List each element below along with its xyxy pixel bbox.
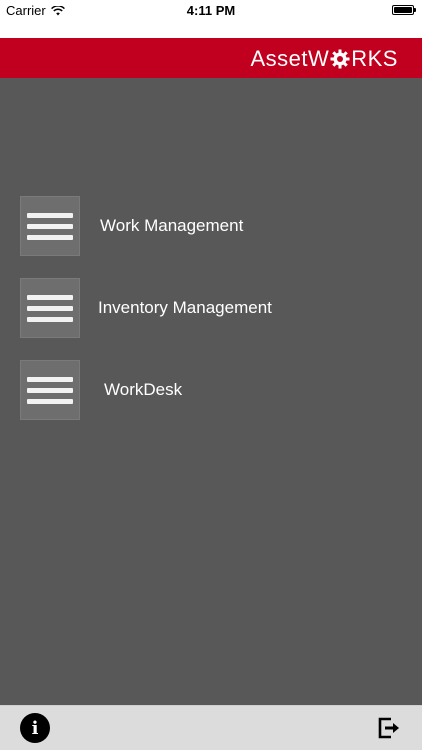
- menu-item-label: WorkDesk: [104, 380, 183, 399]
- gear-icon: [330, 49, 350, 69]
- app-screen: Carrier 4:11 PM AssetW RKS Work Manageme…: [0, 0, 422, 750]
- brand-prefix: AssetW: [250, 46, 330, 71]
- hamburger-menu-icon: [20, 196, 80, 256]
- brand-suffix: RKS: [351, 46, 398, 71]
- menu-item-label: Work Management: [100, 216, 244, 235]
- info-icon[interactable]: i: [20, 713, 50, 743]
- status-bar: Carrier 4:11 PM: [0, 0, 422, 38]
- header-bar: AssetW RKS: [0, 38, 422, 78]
- menu-item-work-management[interactable]: Work Management: [20, 195, 400, 257]
- menu-item-workdesk[interactable]: WorkDesk: [20, 359, 400, 421]
- hamburger-menu-icon: [20, 360, 80, 420]
- logout-icon[interactable]: [376, 715, 402, 741]
- battery-icon: [392, 5, 416, 15]
- status-time: 4:11 PM: [186, 3, 236, 18]
- bottom-toolbar: i: [0, 705, 422, 750]
- menu-item-inventory-management[interactable]: Inventory Management: [20, 277, 400, 339]
- brand-logo: AssetW RKS: [250, 46, 398, 72]
- menu-item-label: Inventory Management: [98, 298, 272, 317]
- hamburger-menu-icon: [20, 278, 80, 338]
